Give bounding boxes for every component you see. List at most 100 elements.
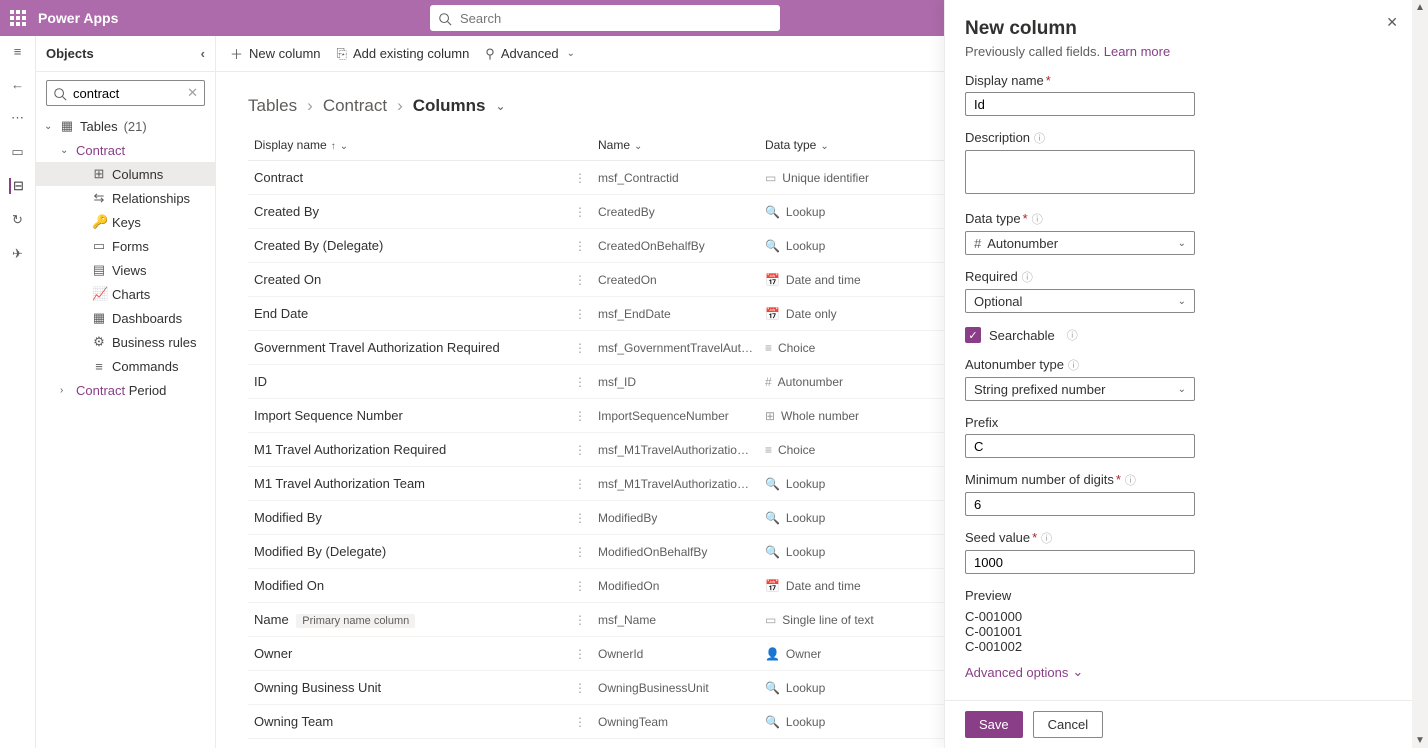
- objects-tree: ⌄ ▦ Tables (21) ⌄ Contract ⊞Columns⇆Rela…: [36, 114, 215, 402]
- tree-item-dashboards[interactable]: ▦Dashboards: [36, 306, 215, 330]
- chevron-down-icon[interactable]: ⌄: [495, 99, 505, 113]
- close-icon[interactable]: ✕: [1386, 14, 1398, 31]
- rocket-icon[interactable]: ✈: [12, 246, 23, 262]
- tree-contract[interactable]: ⌄ Contract: [36, 138, 215, 162]
- row-menu-icon[interactable]: ⋮: [568, 365, 592, 399]
- cell-display-name: Modified By: [248, 501, 568, 535]
- cell-display-name: M1 Travel Authorization Required: [248, 433, 568, 467]
- data-icon[interactable]: ▭: [11, 144, 23, 160]
- row-menu-icon[interactable]: ⋮: [568, 467, 592, 501]
- row-menu-icon[interactable]: ⋮: [568, 671, 592, 705]
- row-menu-icon[interactable]: ⋮: [568, 331, 592, 365]
- datatype-select[interactable]: #Autonumber ⌄: [965, 231, 1195, 255]
- row-menu-icon[interactable]: ⋮: [568, 501, 592, 535]
- row-menu-icon[interactable]: ⋮: [568, 263, 592, 297]
- tree-contract-period[interactable]: › Contract Period: [36, 378, 215, 402]
- global-search-input[interactable]: [458, 10, 772, 27]
- col-name[interactable]: Name⌄: [592, 130, 759, 161]
- back-icon[interactable]: ←: [11, 77, 24, 92]
- crumb-contract[interactable]: Contract: [323, 96, 387, 116]
- tables-rail-icon[interactable]: ⊟: [9, 178, 24, 194]
- cell-name: msf_EndDate: [592, 297, 759, 331]
- seed-input[interactable]: [965, 550, 1195, 574]
- row-menu-icon[interactable]: ⋮: [568, 705, 592, 739]
- window-scrollbar[interactable]: ▲▼: [1412, 0, 1428, 748]
- add-existing-column-button[interactable]: ⎘Add existing column: [337, 46, 470, 62]
- info-icon[interactable]: ⓘ: [1041, 533, 1052, 545]
- menu-icon[interactable]: ≡: [14, 44, 22, 59]
- add-existing-icon: ⎘: [337, 46, 347, 62]
- history-icon[interactable]: ↻: [12, 212, 23, 228]
- description-input[interactable]: [965, 150, 1195, 194]
- label-prefix: Prefix: [965, 415, 1392, 430]
- cell-display-name: Owning Team: [248, 705, 568, 739]
- tree-tables[interactable]: ⌄ ▦ Tables (21): [36, 114, 215, 138]
- tree-item-relationships[interactable]: ⇆Relationships: [36, 186, 215, 210]
- cell-name: OwningBusinessUnit: [592, 671, 759, 705]
- row-menu-icon[interactable]: ⋮: [568, 399, 592, 433]
- cell-display-name: M1 Travel Authorization Team: [248, 467, 568, 501]
- info-icon[interactable]: ⓘ: [1022, 272, 1033, 284]
- global-search[interactable]: [430, 5, 780, 31]
- row-menu-icon[interactable]: ⋮: [568, 535, 592, 569]
- row-menu-icon[interactable]: ⋮: [568, 603, 592, 637]
- row-menu-icon[interactable]: ⋮: [568, 637, 592, 671]
- type-icon: 🔍: [765, 715, 780, 729]
- item-icon: ⇆: [92, 190, 106, 206]
- row-menu-icon[interactable]: ⋮: [568, 195, 592, 229]
- tree-item-business-rules[interactable]: ⚙Business rules: [36, 330, 215, 354]
- row-menu-icon[interactable]: ⋮: [568, 433, 592, 467]
- preview-values: C-001000C-001001C-001002: [965, 609, 1392, 654]
- info-icon[interactable]: ⓘ: [1068, 360, 1079, 372]
- info-icon[interactable]: ⓘ: [1034, 133, 1045, 145]
- crumb-tables[interactable]: Tables: [248, 96, 297, 116]
- learn-more-link[interactable]: Learn more: [1104, 44, 1170, 59]
- tree-item-commands[interactable]: ≡Commands: [36, 354, 215, 378]
- info-icon[interactable]: ⓘ: [1125, 475, 1136, 487]
- item-icon: ▦: [92, 310, 106, 326]
- tree-label: Contract: [76, 143, 125, 158]
- tree-item-keys[interactable]: 🔑Keys: [36, 210, 215, 234]
- chevron-right-icon: ›: [60, 385, 70, 396]
- cell-display-name: Owning Business Unit: [248, 671, 568, 705]
- display-name-input[interactable]: [965, 92, 1195, 116]
- app-title: Power Apps: [38, 10, 118, 26]
- type-icon: ▭: [765, 613, 776, 627]
- label-min-digits: Minimum number of digits*ⓘ: [965, 472, 1392, 488]
- item-icon: ≡: [92, 359, 106, 374]
- row-menu-icon[interactable]: ⋮: [568, 161, 592, 195]
- objects-search[interactable]: ✕: [46, 80, 205, 106]
- cell-name: OwnerId: [592, 637, 759, 671]
- autonumber-type-select[interactable]: String prefixed number ⌄: [965, 377, 1195, 401]
- new-column-button[interactable]: ＋New column: [230, 44, 321, 63]
- cancel-button[interactable]: Cancel: [1033, 711, 1103, 738]
- objects-search-input[interactable]: [71, 85, 187, 102]
- advanced-options-toggle[interactable]: Advanced options⌄: [965, 664, 1392, 680]
- tree-item-forms[interactable]: ▭Forms: [36, 234, 215, 258]
- app-icon[interactable]: ⋯: [11, 110, 24, 126]
- save-button[interactable]: Save: [965, 711, 1023, 738]
- min-digits-input[interactable]: [965, 492, 1195, 516]
- info-icon[interactable]: ⓘ: [1067, 327, 1078, 343]
- row-menu-icon[interactable]: ⋮: [568, 297, 592, 331]
- prefix-input[interactable]: [965, 434, 1195, 458]
- row-menu-icon[interactable]: ⋮: [568, 569, 592, 603]
- waffle-icon[interactable]: [10, 10, 26, 26]
- panel-title: New column: [965, 18, 1392, 40]
- cell-display-name: Contract: [248, 161, 568, 195]
- row-menu-icon[interactable]: ⋮: [568, 229, 592, 263]
- tree-item-views[interactable]: ▤Views: [36, 258, 215, 282]
- tree-item-columns[interactable]: ⊞Columns: [36, 162, 215, 186]
- plus-icon: ＋: [230, 44, 243, 63]
- clear-search-icon[interactable]: ✕: [187, 85, 198, 101]
- chevron-down-icon: ⌄: [820, 141, 828, 152]
- col-display[interactable]: Display name↑⌄: [248, 130, 568, 161]
- searchable-checkbox[interactable]: ✓ Searchable ⓘ: [965, 327, 1392, 343]
- advanced-menu[interactable]: ⚲Advanced⌄: [485, 46, 575, 62]
- required-select[interactable]: Optional ⌄: [965, 289, 1195, 313]
- tree-item-charts[interactable]: 📈Charts: [36, 282, 215, 306]
- type-icon: 🔍: [765, 545, 780, 559]
- collapse-panel-icon[interactable]: ‹: [201, 46, 205, 61]
- info-icon[interactable]: ⓘ: [1032, 214, 1043, 226]
- type-icon: ⊞: [765, 409, 775, 423]
